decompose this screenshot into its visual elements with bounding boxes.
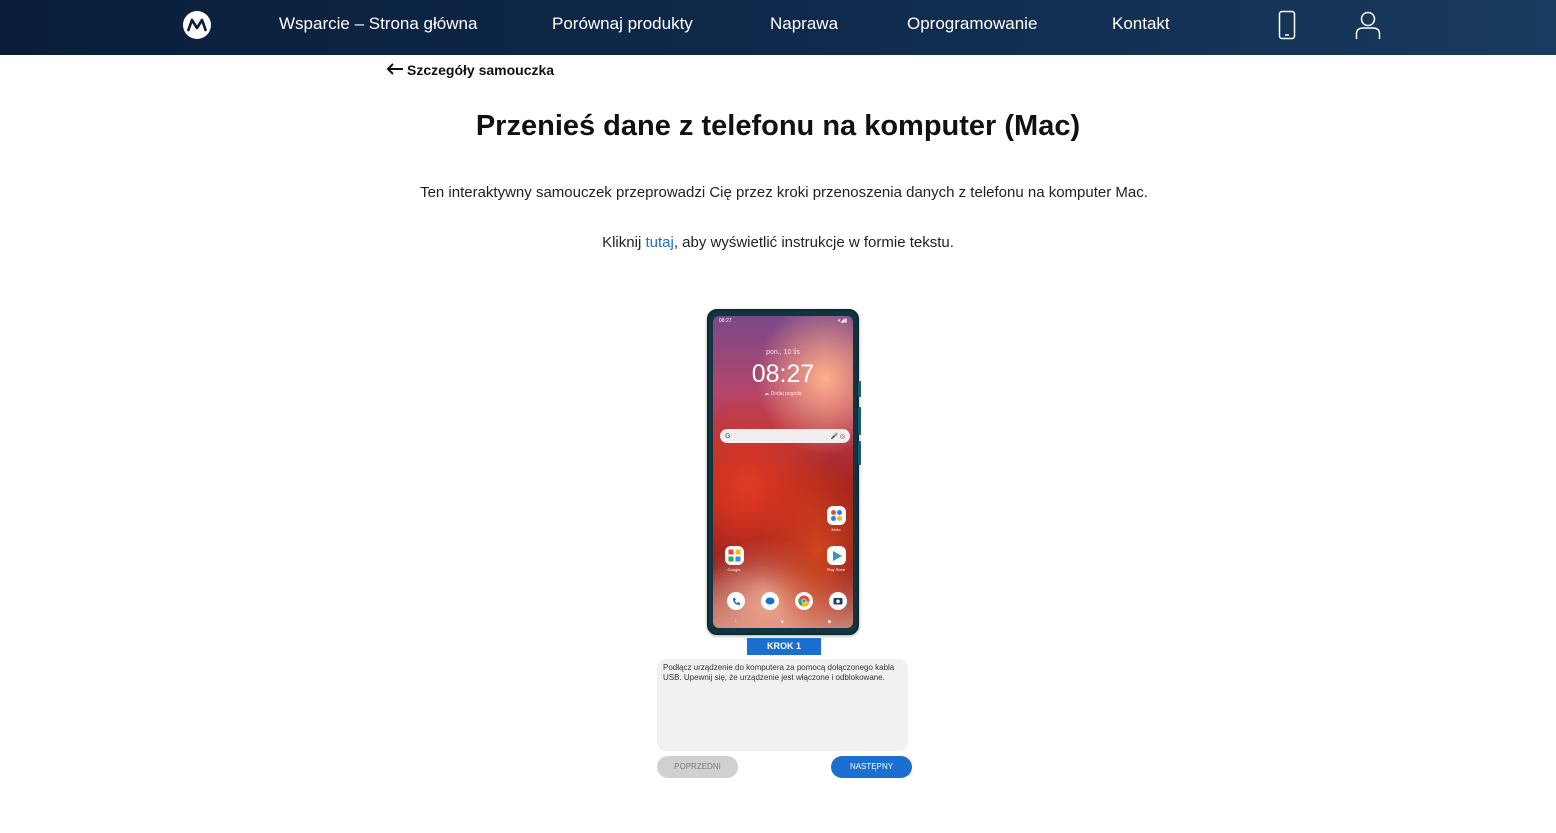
volume-button (858, 381, 861, 397)
messages-icon[interactable] (761, 592, 779, 610)
step-badge: KROK 1 (747, 638, 821, 655)
user-icon[interactable] (1355, 10, 1381, 45)
text-prefix: Kliknij (602, 234, 646, 251)
side-button (858, 407, 861, 435)
next-button[interactable]: NASTĘPNY (831, 756, 912, 778)
lockscreen-date: pon., 10 lis (766, 349, 800, 356)
nav-repair[interactable]: Naprawa (770, 14, 838, 34)
arrow-left-icon (386, 62, 404, 78)
nav-support-home[interactable]: Wsparcie – Strona główna (279, 14, 477, 34)
google-folder-icon[interactable] (725, 546, 744, 565)
moto-app-icon[interactable] (827, 506, 846, 525)
top-navigation: Wsparcie – Strona główna Porównaj produk… (0, 0, 1556, 55)
page-title: Przenieś dane z telefonu na komputer (Ma… (475, 110, 1081, 142)
play-store-label: Play Store (826, 567, 846, 572)
play-store-icon[interactable] (827, 546, 846, 565)
nav-compare-products[interactable]: Porównaj produkty (552, 14, 693, 34)
recents-nav-icon: ■ (827, 619, 831, 625)
phone-icon[interactable] (1278, 10, 1296, 45)
weather-prompt: ☁ Dodaj pogodę (764, 391, 802, 397)
nav-contact[interactable]: Kontakt (1112, 14, 1170, 34)
phone-nav-bar: ‹ ● ■ (713, 619, 853, 625)
motorola-logo-icon[interactable] (183, 11, 211, 39)
text-suffix: , aby wyświetlić instrukcje w formie tek… (673, 234, 954, 251)
home-nav-icon: ● (780, 619, 784, 625)
phone-mockup: 08:27 ▾◢▮ pon., 10 lis 08:27 ☁ Dodaj pog… (707, 309, 861, 635)
back-link-label: Szczegóły samouczka (407, 62, 555, 78)
google-icon: G (725, 432, 731, 440)
text-instructions-link[interactable]: tutaj (645, 234, 673, 251)
moto-app-label: Moto (831, 527, 841, 532)
google-folder-label: Google (727, 567, 741, 572)
phone-screen[interactable]: 08:27 ▾◢▮ pon., 10 lis 08:27 ☁ Dodaj pog… (713, 316, 853, 628)
back-nav-icon: ‹ (735, 619, 737, 625)
mic-lens-icons: 🎤 ◎ (830, 433, 845, 440)
text-instructions-line: Kliknij tutaj, aby wyświetlić instrukcje… (0, 233, 1556, 253)
phone-dialer-icon[interactable] (727, 592, 745, 610)
status-icons: ▾◢▮ (837, 318, 847, 324)
nav-software[interactable]: Oprogramowanie (907, 14, 1037, 34)
previous-button[interactable]: POPRZEDNI (657, 756, 738, 778)
google-search-bar[interactable]: G 🎤 ◎ (720, 429, 850, 443)
back-to-tutorial-details[interactable]: Szczegóły samouczka (386, 62, 554, 78)
intro-text: Ten interaktywny samouczek przeprowadzi … (420, 184, 1148, 201)
step-instructions: Podłącz urządzenie do komputera za pomoc… (657, 659, 908, 751)
camera-icon[interactable] (829, 592, 847, 610)
lockscreen-clock: 08:27 (751, 360, 815, 388)
status-time: 08:27 (719, 318, 732, 324)
power-button (858, 441, 861, 465)
chrome-icon[interactable] (795, 592, 813, 610)
